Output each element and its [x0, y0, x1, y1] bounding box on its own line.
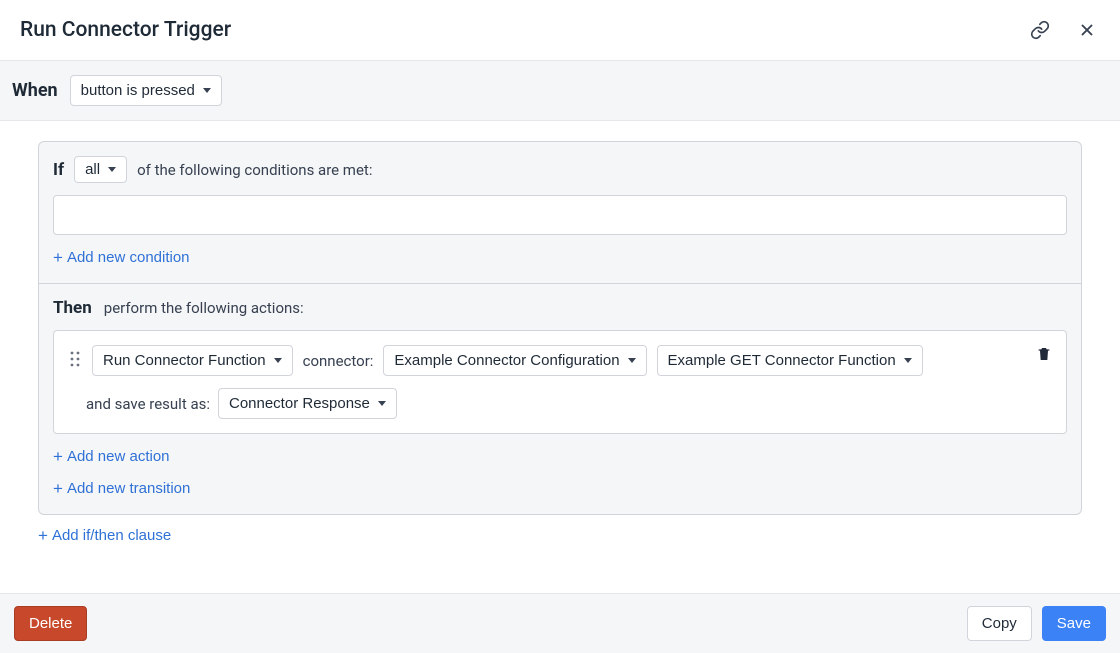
modal-header: Run Connector Trigger	[0, 0, 1120, 61]
add-condition-button[interactable]: + Add new condition	[53, 249, 190, 266]
caret-icon	[108, 167, 116, 172]
drag-handle-icon[interactable]	[68, 349, 82, 373]
save-as-label: and save result as:	[86, 395, 210, 413]
if-label: If	[53, 160, 64, 180]
content-area: If all of the following conditions are m…	[0, 121, 1120, 593]
caret-icon	[378, 401, 386, 406]
action-card: Run Connector Function connector: Exampl…	[53, 330, 1067, 434]
connector-label: connector:	[303, 352, 374, 370]
then-label: Then	[53, 298, 92, 318]
add-condition-label: Add new condition	[67, 249, 190, 266]
action-type-value: Run Connector Function	[103, 352, 266, 369]
if-suffix: of the following conditions are met:	[137, 161, 372, 179]
add-transition-button[interactable]: + Add new transition	[53, 480, 190, 497]
connector-function-value: Example GET Connector Function	[668, 352, 896, 369]
plus-icon: +	[38, 527, 48, 544]
delete-button[interactable]: Delete	[14, 606, 87, 641]
action-type-select[interactable]: Run Connector Function	[92, 345, 293, 376]
modal-title: Run Connector Trigger	[20, 18, 231, 42]
add-transition-label: Add new transition	[67, 480, 190, 497]
add-action-button[interactable]: + Add new action	[53, 448, 170, 465]
save-button[interactable]: Save	[1042, 606, 1106, 641]
save-as-select[interactable]: Connector Response	[218, 388, 397, 419]
connector-select[interactable]: Example Connector Configuration	[383, 345, 646, 376]
save-as-value: Connector Response	[229, 395, 370, 412]
then-head: Then perform the following actions:	[53, 298, 1067, 318]
header-actions	[1026, 16, 1100, 44]
when-trigger-select[interactable]: button is pressed	[70, 75, 222, 106]
link-icon[interactable]	[1026, 16, 1054, 44]
when-trigger-value: button is pressed	[81, 82, 195, 99]
if-section: If all of the following conditions are m…	[39, 142, 1081, 284]
copy-button[interactable]: Copy	[967, 606, 1032, 641]
if-then-clause: If all of the following conditions are m…	[38, 141, 1082, 515]
add-clause-button[interactable]: + Add if/then clause	[38, 527, 171, 544]
connector-value: Example Connector Configuration	[394, 352, 619, 369]
action-row-1: Run Connector Function connector: Exampl…	[68, 345, 1052, 376]
connector-function-select[interactable]: Example GET Connector Function	[657, 345, 923, 376]
when-label: When	[12, 80, 58, 101]
add-clause-label: Add if/then clause	[52, 527, 171, 544]
caret-icon	[203, 88, 211, 93]
caret-icon	[274, 358, 282, 363]
caret-icon	[628, 358, 636, 363]
caret-icon	[904, 358, 912, 363]
if-mode-select[interactable]: all	[74, 156, 127, 183]
then-section: Then perform the following actions: Run …	[39, 284, 1081, 514]
add-action-label: Add new action	[67, 448, 170, 465]
if-mode-value: all	[85, 161, 100, 178]
modal-footer: Delete Copy Save	[0, 593, 1120, 653]
when-bar: When button is pressed	[0, 61, 1120, 121]
plus-icon: +	[53, 480, 63, 497]
close-icon[interactable]	[1074, 17, 1100, 43]
plus-icon: +	[53, 448, 63, 465]
then-suffix: perform the following actions:	[104, 299, 304, 317]
action-row-2: and save result as: Connector Response	[86, 388, 1052, 419]
delete-action-button[interactable]	[1036, 345, 1052, 366]
footer-right: Copy Save	[967, 606, 1106, 641]
plus-icon: +	[53, 249, 63, 266]
condition-input[interactable]	[53, 195, 1067, 235]
if-head: If all of the following conditions are m…	[53, 156, 1067, 183]
